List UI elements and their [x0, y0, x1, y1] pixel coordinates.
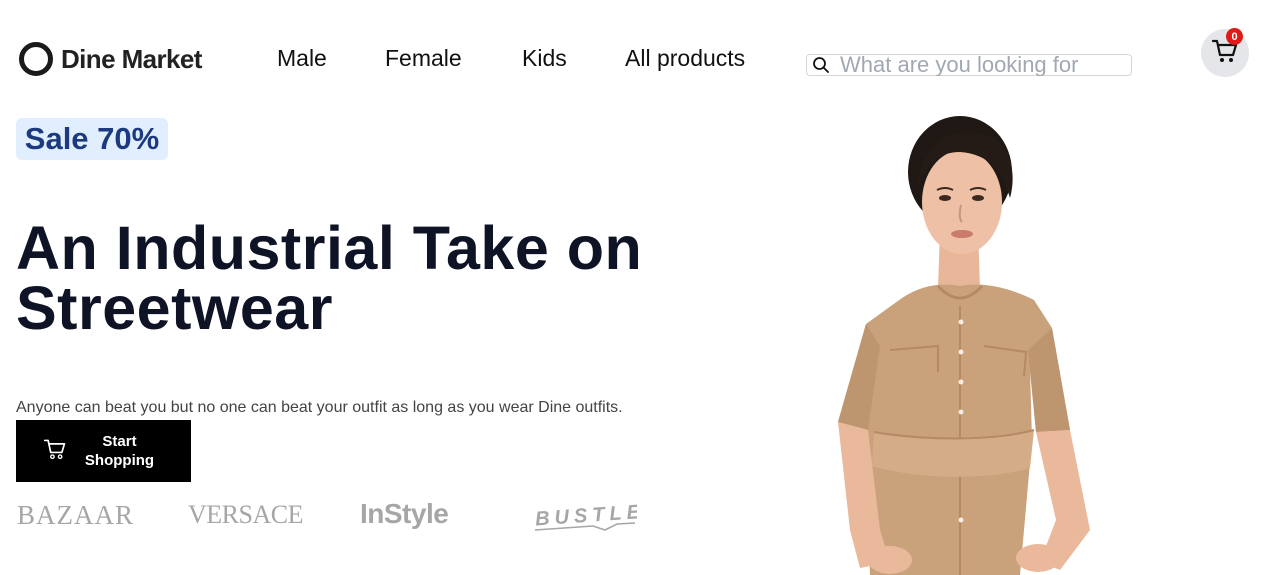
hero-model-image — [820, 110, 1120, 575]
cart-button[interactable]: 0 — [1201, 28, 1249, 77]
logo-text: Dine Market — [61, 43, 202, 74]
hero-title: An Industrial Take on Streetwear — [16, 214, 643, 342]
nav-link-all-products[interactable]: All products — [625, 45, 745, 72]
hero-subtitle: Anyone can beat you but no one can beat … — [16, 399, 623, 416]
brand-logo-bazaar: BAZAAR — [17, 500, 135, 530]
search-icon — [808, 55, 834, 75]
page: Dine Market Male Female Kids All product… — [0, 0, 1265, 575]
brand-logo-instyle: InStyle — [360, 498, 449, 529]
sale-badge: Sale 70% — [16, 118, 168, 160]
nav-link-female[interactable]: Female — [385, 45, 462, 72]
search-bar — [806, 54, 1132, 76]
start-shopping-label: Start Shopping — [84, 433, 155, 469]
search-input[interactable] — [834, 54, 1124, 76]
cart-icon — [43, 437, 67, 466]
cart-count-badge: 0 — [1226, 28, 1243, 45]
start-shopping-button[interactable]: Start Shopping — [16, 420, 191, 482]
logo-ring-icon — [19, 42, 53, 76]
nav-link-kids[interactable]: Kids — [522, 45, 567, 72]
brand-logo-versace: VERSACE — [188, 500, 303, 529]
brand-logo-bustle: BUSTLE — [533, 497, 646, 533]
logo[interactable]: Dine Market — [19, 42, 202, 76]
nav-link-male[interactable]: Male — [277, 45, 327, 72]
